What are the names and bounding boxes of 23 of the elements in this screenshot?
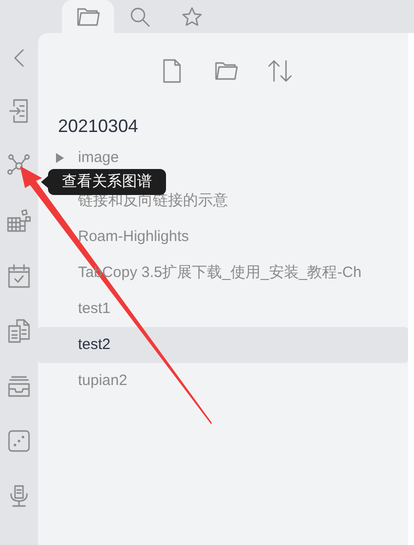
sort-icon xyxy=(267,59,293,83)
folder-icon xyxy=(76,6,100,28)
vault-title: 20210304 xyxy=(58,115,140,138)
search-icon xyxy=(129,6,151,28)
import-icon xyxy=(9,98,29,122)
inbox-icon xyxy=(8,374,30,396)
folder-icon xyxy=(214,60,238,82)
blocks-icon xyxy=(7,208,31,232)
file-item[interactable]: test2 xyxy=(38,327,408,363)
calendar-icon xyxy=(8,264,30,288)
caret-right-icon xyxy=(56,153,64,163)
file-item[interactable]: Roam-Highlights xyxy=(38,219,408,255)
sidebar-tab[interactable] xyxy=(62,0,114,33)
file-item[interactable]: test1 xyxy=(38,291,408,327)
tooltip-pointer-icon xyxy=(41,176,48,188)
chevron-left-icon xyxy=(13,48,25,68)
file-item[interactable]: tupian2 xyxy=(38,363,408,399)
file-icon xyxy=(162,59,182,83)
dice-icon xyxy=(8,430,30,452)
tooltip: 查看关系图谱 xyxy=(48,169,166,195)
documents-icon xyxy=(8,318,30,342)
star-icon xyxy=(181,6,203,28)
microphone-icon xyxy=(9,484,29,508)
